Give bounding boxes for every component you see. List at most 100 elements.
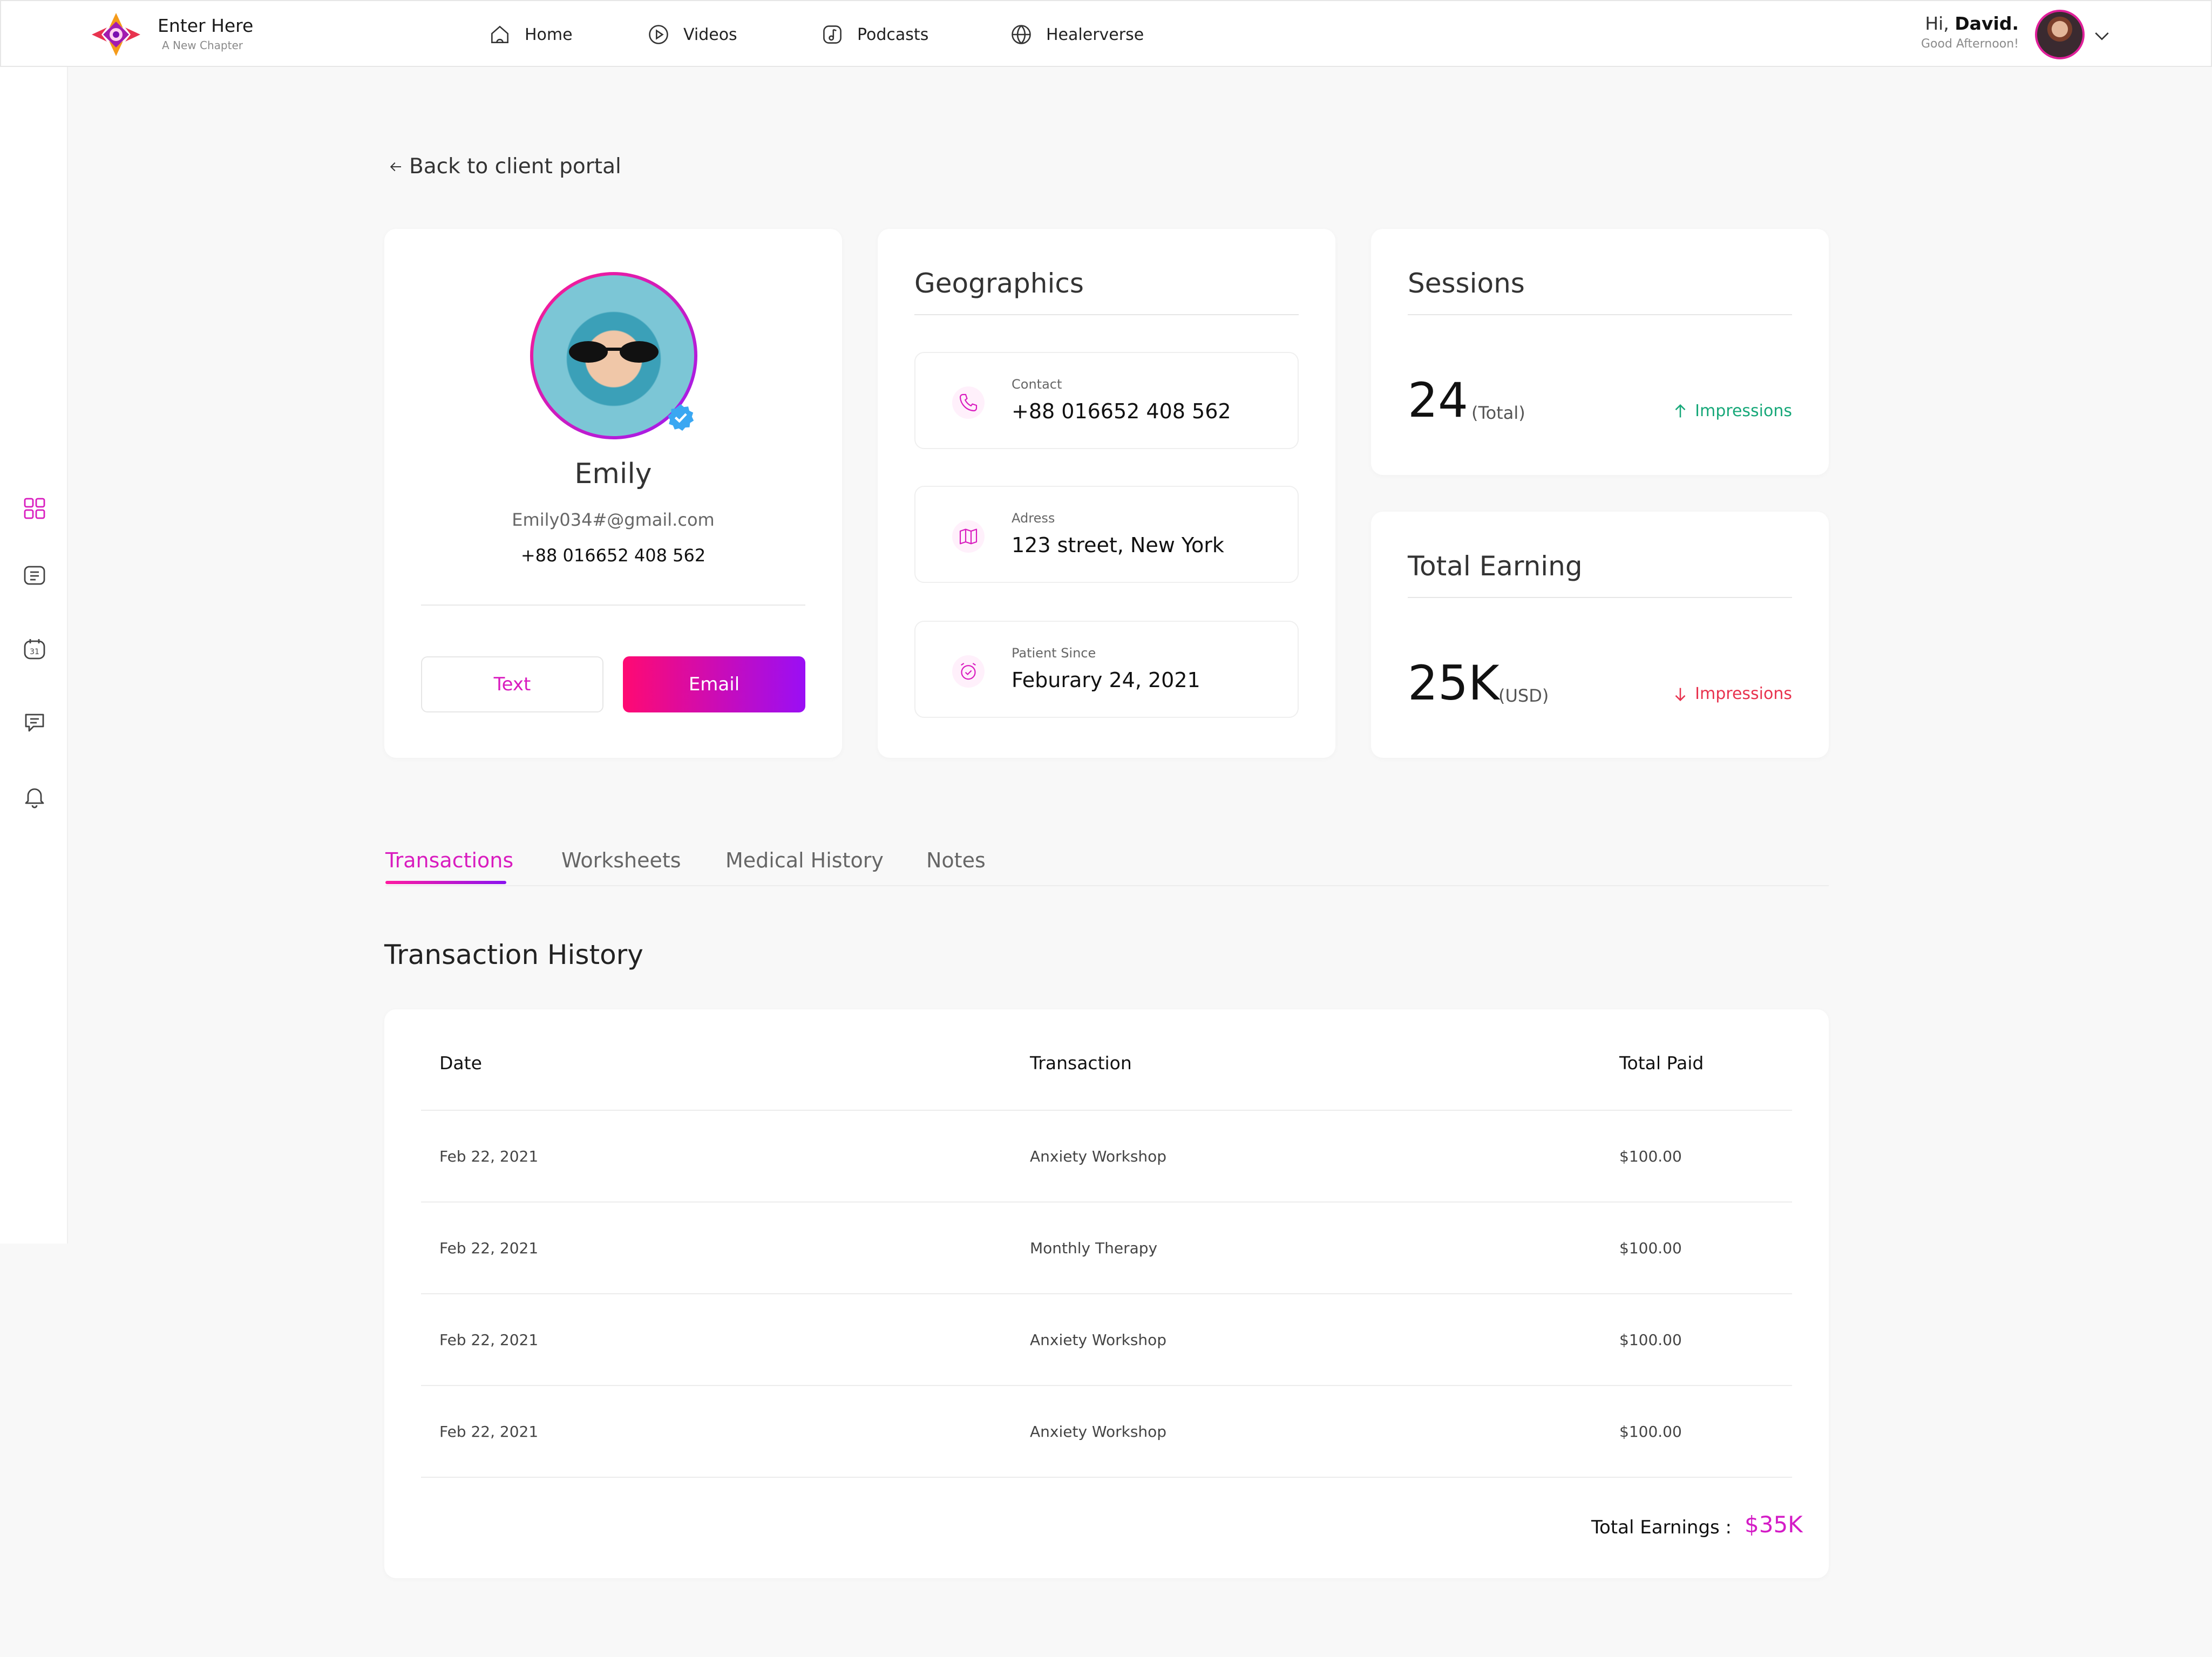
email-button[interactable]: Email [623,656,805,712]
total-earnings-value: $35K [1745,1511,1803,1538]
nav-podcasts-label: Podcasts [857,25,929,44]
row-divider [421,1201,1792,1203]
client-phone: +88 016652 408 562 [520,545,706,566]
patient-since-info: Patient Since Feburary 24, 2021 [914,621,1299,718]
contact-value: +88 016652 408 562 [1012,399,1231,423]
brand-title: Enter Here [158,15,254,36]
earning-trend: Impressions [1671,684,1792,703]
map-icon [959,528,978,545]
column-header-total-paid: Total Paid [1619,1052,1704,1074]
row-3-amount: $100.00 [1619,1331,1682,1349]
greeting-subtitle: Good Afternoon! [1921,37,2019,51]
home-icon [491,25,508,43]
arrow-up-icon [1675,404,1686,417]
row-3-date: Feb 22, 2021 [439,1331,539,1349]
row-4-transaction: Anxiety Workshop [1030,1423,1167,1441]
greeting-name: David. [1955,13,2019,34]
row-3-transaction: Anxiety Workshop [1030,1331,1167,1349]
address-icon-wrap [952,520,985,553]
nav-podcasts[interactable]: Podcasts [820,22,928,47]
earning-trend-label: Impressions [1695,684,1792,703]
row-4-amount: $100.00 [1619,1423,1682,1441]
sessions-unit: (Total) [1471,403,1525,423]
row-1-amount: $100.00 [1619,1147,1682,1165]
earning-title: Total Earning [1408,551,1583,582]
brand-subtitle: A New Chapter [162,39,243,52]
tab-transactions[interactable]: Transactions [385,848,513,872]
row-2-date: Feb 22, 2021 [439,1239,539,1257]
patient-since-icon-wrap [952,655,985,688]
column-header-transaction: Transaction [1030,1052,1132,1074]
patient-since-value: Feburary 24, 2021 [1012,668,1200,692]
earning-card: Total Earning 25K (USD) Impressions [1371,512,1829,758]
profile-card: Emily Emily034#@gmail.com +88 016652 408… [384,229,842,758]
divider [1408,597,1792,598]
user-avatar[interactable] [2035,10,2085,59]
row-divider [421,1385,1792,1386]
arrow-left-icon [390,162,401,171]
row-divider [421,1477,1792,1478]
nav-healerverse[interactable]: Healerverse [1009,22,1144,47]
nav-videos[interactable]: Videos [647,22,737,47]
calendar-icon[interactable]: 31 [22,636,48,662]
client-name: Emily [574,458,652,490]
sessions-title: Sessions [1408,268,1525,299]
tab-medical-history[interactable]: Medical History [725,848,884,872]
contact-icon-wrap [952,386,985,419]
tab-notes[interactable]: Notes [926,848,986,872]
address-label: Adress [1012,511,1055,526]
chat-icon[interactable] [22,709,48,735]
greeting-line: Hi, David. [1921,13,2019,34]
client-email: Emily034#@gmail.com [512,510,715,530]
play-icon [649,25,668,44]
contact-label: Contact [1012,377,1062,392]
geographics-title: Geographics [914,268,1084,299]
earning-unit: (USD) [1498,685,1549,706]
music-note-icon [823,25,842,44]
sessions-trend-label: Impressions [1695,402,1792,420]
top-navigation-bar: Enter Here A New Chapter Home Videos Pod… [0,0,2212,67]
logo-icon[interactable] [91,12,141,57]
list-icon[interactable] [22,562,48,588]
sessions-trend: Impressions [1671,402,1792,420]
divider [914,314,1299,315]
earning-amount: 25K [1408,655,1499,711]
row-2-amount: $100.00 [1619,1239,1682,1257]
nav-home[interactable]: Home [488,22,573,47]
nav-videos-label: Videos [683,25,737,44]
row-divider [421,1293,1792,1294]
svg-text:31: 31 [30,648,39,656]
text-button[interactable]: Text [421,656,603,712]
address-value: 123 street, New York [1012,533,1224,557]
geographics-card: Geographics Contact +88 016652 408 562 A… [878,229,1335,758]
greeting-prefix: Hi, [1925,13,1949,34]
sessions-card: Sessions 24 (Total) Impressions [1371,229,1829,475]
user-greeting: Hi, David. Good Afternoon! [1921,13,2019,51]
sessions-count: 24 [1408,372,1468,428]
transaction-history-title: Transaction History [384,939,643,970]
divider [421,605,805,606]
row-1-date: Feb 22, 2021 [439,1147,539,1165]
row-2-transaction: Monthly Therapy [1030,1239,1158,1257]
phone-icon [959,393,978,412]
row-1-transaction: Anxiety Workshop [1030,1147,1167,1165]
back-to-portal-link[interactable]: Back to client portal [388,154,621,179]
column-header-date: Date [439,1052,482,1074]
dashboard-grid-icon[interactable] [22,495,48,521]
address-info: Adress 123 street, New York [914,486,1299,583]
sidebar: 31 [0,67,68,1244]
transaction-table: Date Transaction Total Paid Feb 22, 2021… [384,1009,1829,1578]
total-earnings-label: Total Earnings : [1591,1517,1732,1538]
active-tab-indicator [385,881,506,884]
row-divider [421,1110,1792,1111]
tab-bar: Transactions Worksheets Medical History … [385,845,1829,886]
divider [1408,314,1792,315]
verified-badge-icon [668,404,694,431]
bell-icon[interactable] [22,784,48,810]
arrow-down-icon [1675,688,1686,701]
nav-home-label: Home [525,25,573,44]
tab-worksheets[interactable]: Worksheets [561,848,681,872]
chevron-down-icon[interactable] [2091,25,2113,46]
patient-since-label: Patient Since [1012,646,1096,661]
sunglasses-graphic [569,341,659,363]
